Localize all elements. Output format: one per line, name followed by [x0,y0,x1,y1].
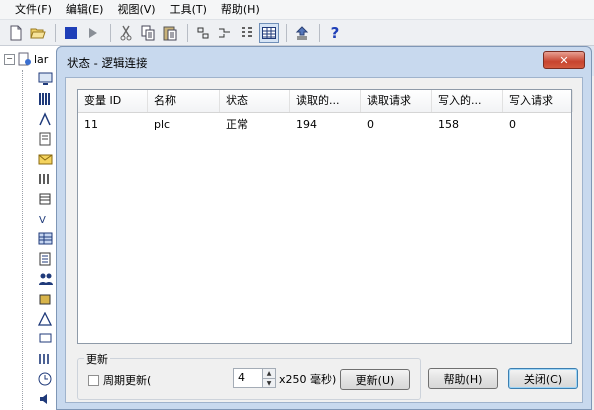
help-button[interactable]: 帮助(H) [428,368,498,389]
paste-icon[interactable] [160,23,180,43]
alarm-icon [38,312,53,326]
connect-icon[interactable] [215,23,235,43]
users-icon [39,273,53,285]
help-glyph: ? [330,23,340,42]
menu-view[interactable]: 视图(V) [110,1,162,19]
toolbar-separator [286,23,287,42]
dialog-client: 变量 ID 名称 状态 读取的... 读取请求 写入的... 写入请求 11 p… [65,77,583,403]
menu-bar: 文件(F) 编辑(E) 视图(V) 工具(T) 帮助(H) [0,0,594,20]
column-header-write-count[interactable]: 写入的... [432,90,503,112]
help-icon[interactable]: ? [325,23,345,43]
dialog-title: 状态 - 逻辑连接 [67,56,148,70]
periodic-refresh-checkbox[interactable] [88,374,99,386]
close-icon: ✕ [559,53,569,67]
cell-status: 正常 [226,118,248,131]
tree-root-label: lar [34,52,49,66]
dialog-titlebar[interactable]: 状态 - 逻辑连接 ✕ [57,47,591,77]
toolbar-separator [110,23,111,42]
tree-connector-line [22,70,24,410]
run-icon[interactable] [83,23,103,43]
menu-help[interactable]: 帮助(H) [214,1,267,19]
status-dialog: 状态 - 逻辑连接 ✕ 变量 ID 名称 状态 读取的... 读取请求 写入的.… [56,46,592,410]
refresh-button[interactable]: 更新(U) [340,369,410,390]
column-header-var-id[interactable]: 变量 ID [78,90,148,112]
database-icon [39,193,51,205]
tree-root[interactable]: − lar [4,52,48,66]
sound-icon [40,394,47,404]
refresh-group-title: 更新 [84,351,110,367]
screen-icon [39,333,52,343]
new-file-icon[interactable] [6,23,26,43]
toolbar-separator [187,23,188,42]
cell-write-count: 158 [438,118,459,131]
package-icon [39,294,51,305]
interval-unit-label: x250 毫秒) [279,373,337,386]
report-icon [39,132,51,146]
clock-icon [38,372,52,386]
column-header-read-count[interactable]: 读取的... [290,90,361,112]
cell-write-requests: 0 [509,118,516,131]
graph-icon [39,112,51,126]
periodic-refresh-option[interactable]: 周期更新( [88,372,151,388]
table-icon [38,232,53,245]
list-header: 变量 ID 名称 状态 读取的... 读取请求 写入的... 写入请求 [78,90,573,113]
svg-text:V: V [39,215,46,226]
column-header-name[interactable]: 名称 [148,90,220,112]
stop-icon[interactable] [61,23,81,43]
column-header-read-requests[interactable]: 读取请求 [361,90,432,112]
status-list[interactable]: 变量 ID 名称 状态 读取的... 读取请求 写入的... 写入请求 11 p… [77,89,573,344]
refresh-groupbox: 更新 周期更新( 4 ▲ ▼ x250 毫秒) 更新(U) [77,351,421,400]
close-window-button[interactable]: ✕ [543,51,585,69]
table-row[interactable]: 11 plc 正常 194 0 158 0 [78,116,571,134]
column-header-status[interactable]: 状态 [220,90,290,112]
project-tree[interactable]: − lar V [0,46,61,410]
grid-icon[interactable] [237,23,257,43]
table-view-icon[interactable] [259,22,279,43]
close-button[interactable]: 关闭(C) [508,368,578,389]
menu-edit[interactable]: 编辑(E) [59,1,111,19]
toolbar: ? [0,20,594,46]
periodic-refresh-label: 周期更新( [103,374,152,387]
open-folder-icon[interactable] [28,23,48,43]
menu-tools[interactable]: 工具(T) [163,1,214,19]
refresh-interval-input[interactable]: 4 [233,368,263,388]
collapse-icon[interactable]: − [4,53,15,65]
cell-name: plc [154,118,171,131]
mail-icon [38,154,53,165]
variable-icon: V [39,215,46,226]
script-icon [39,252,51,266]
align-icon[interactable] [193,23,213,43]
document-icon [18,52,31,66]
spin-down-icon[interactable]: ▼ [263,379,275,388]
upload-icon[interactable] [292,23,312,43]
refresh-interval-spinner[interactable]: ▲ ▼ [262,368,276,388]
cell-read-count: 194 [296,118,317,131]
bars-icon [39,354,49,364]
cut-icon[interactable] [116,23,136,43]
monitor-icon [38,72,53,85]
toolbar-separator [55,23,56,42]
menu-file[interactable]: 文件(F) [8,1,59,19]
cell-read-requests: 0 [367,118,374,131]
list-icon [39,174,49,184]
toolbar-separator [319,23,320,42]
spin-up-icon[interactable]: ▲ [263,369,275,379]
column-header-write-requests[interactable]: 写入请求 [503,90,573,112]
cell-var-id: 11 [84,118,98,131]
barcode-icon [39,93,50,105]
copy-icon[interactable] [138,23,158,43]
